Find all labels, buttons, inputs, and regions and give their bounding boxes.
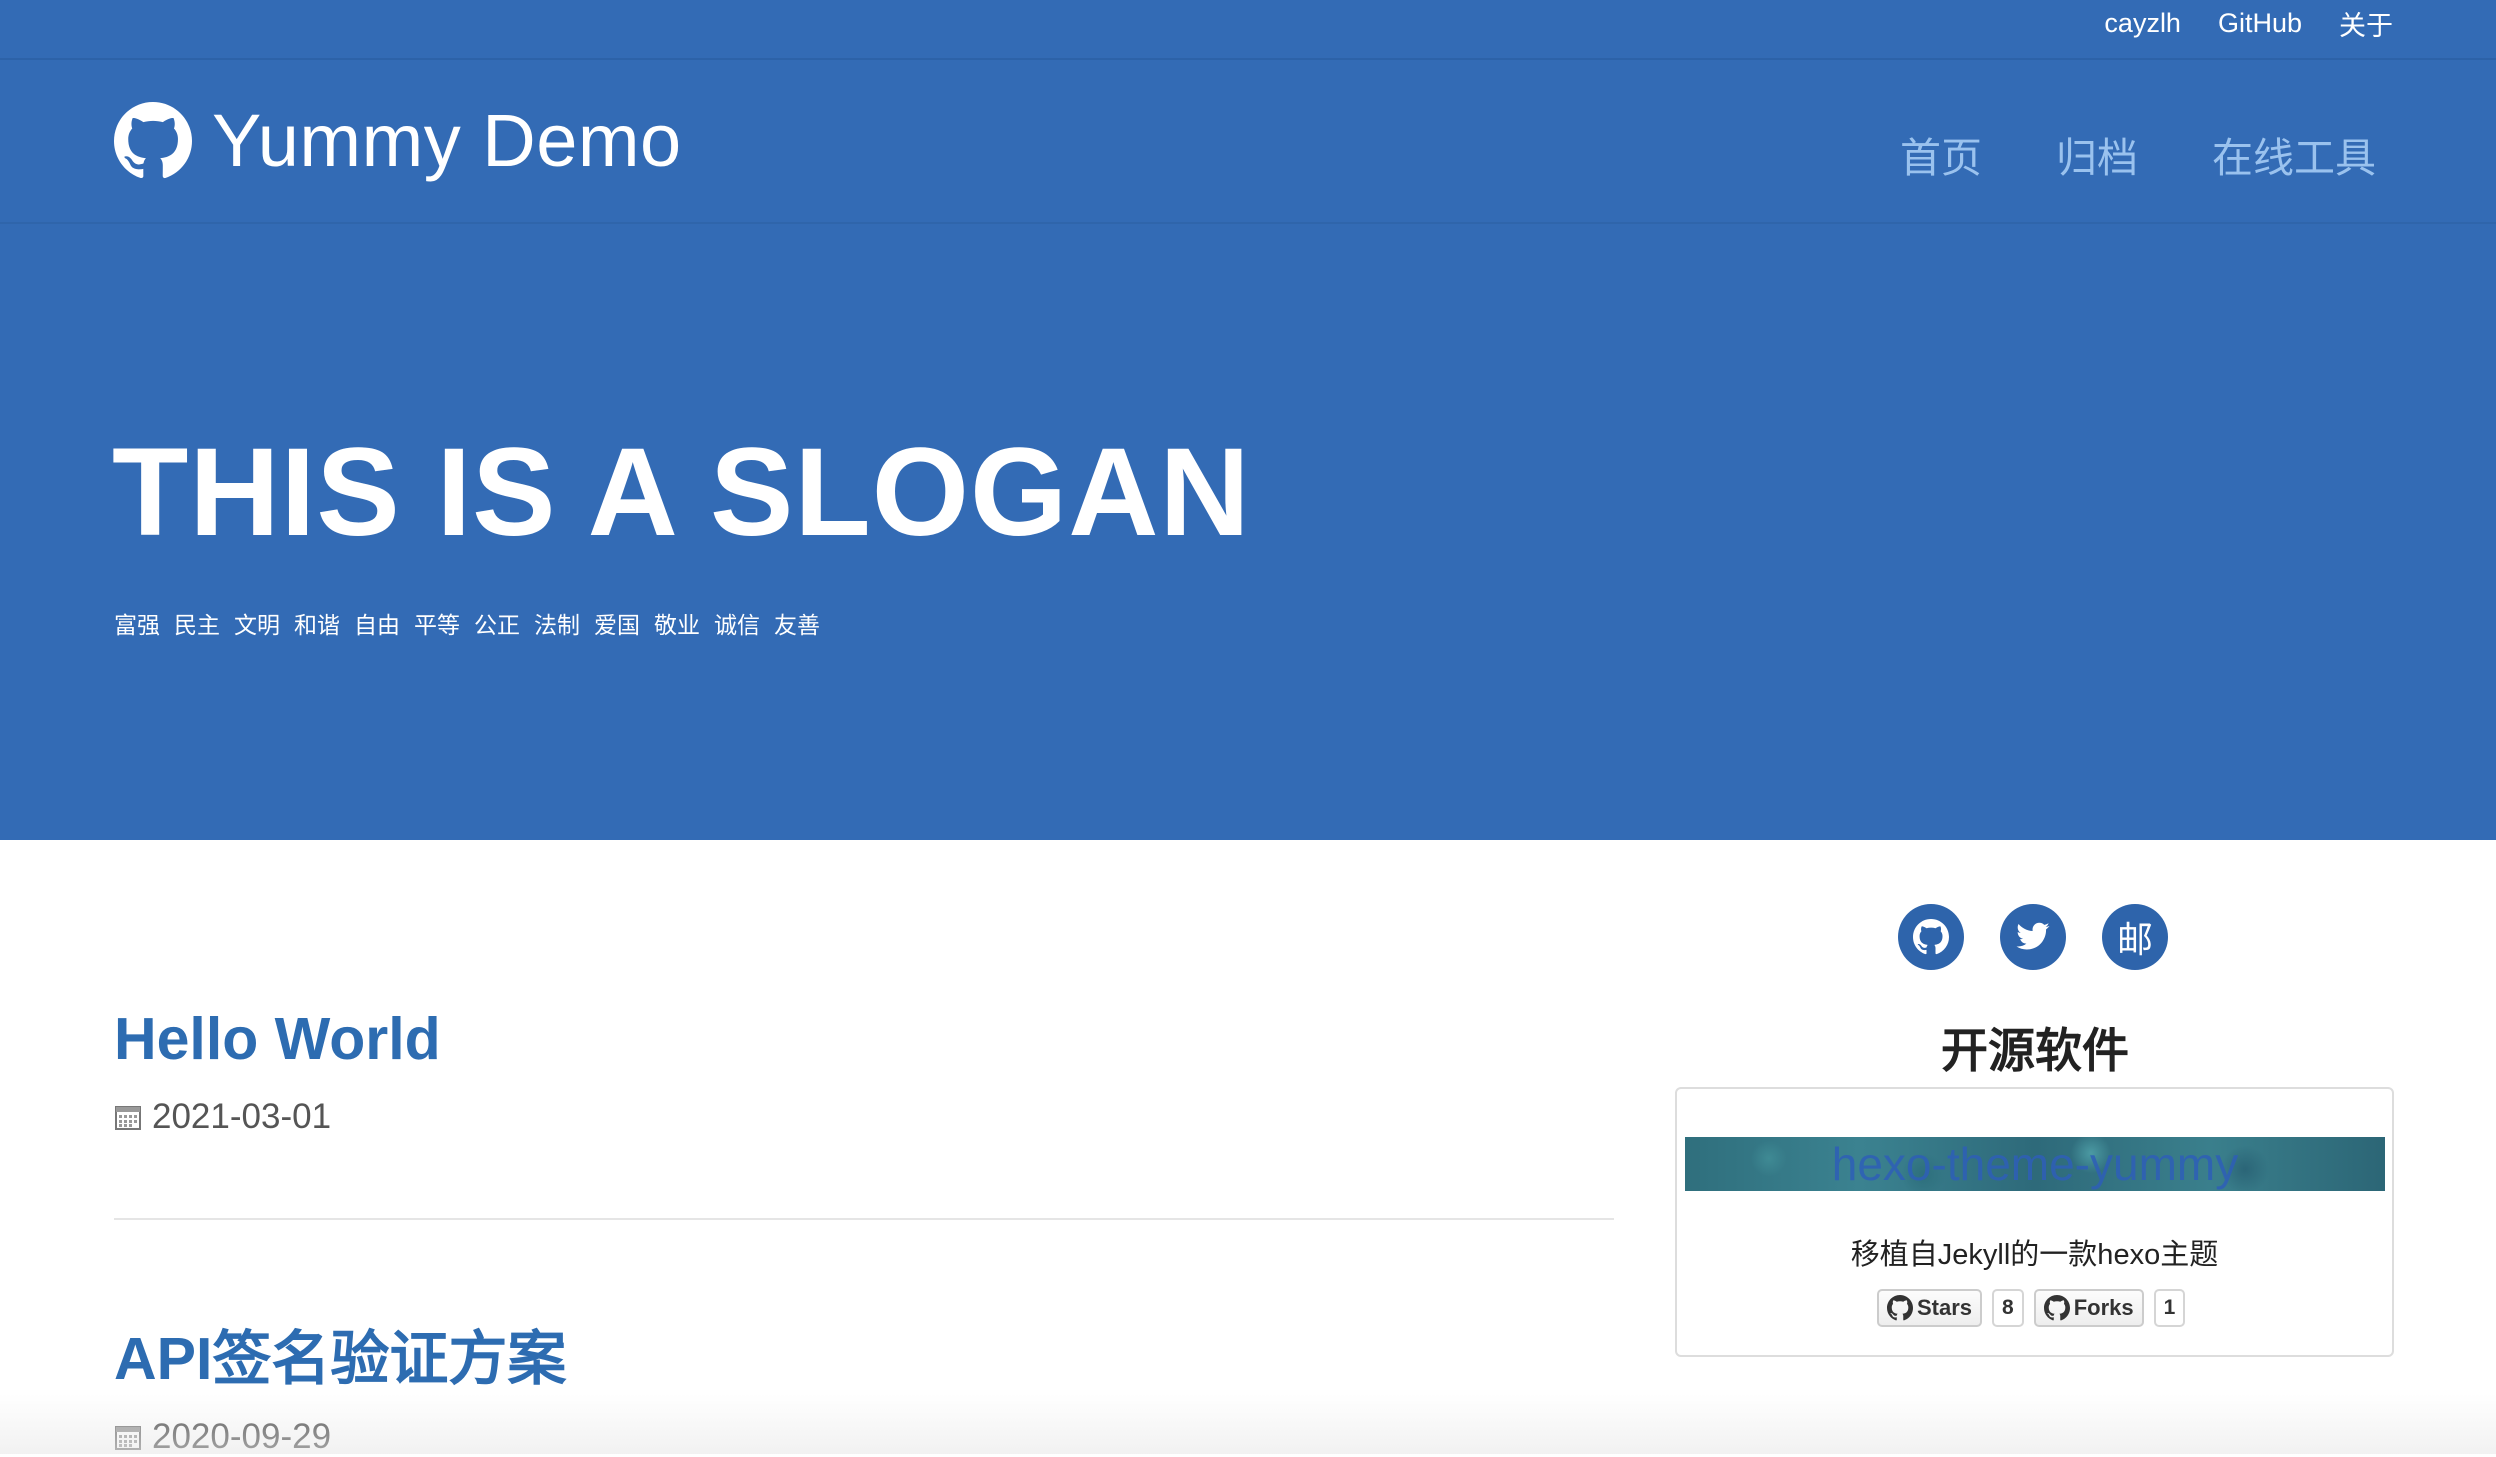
top-link-cayzlh[interactable]: cayzlh <box>2104 8 2181 39</box>
social-email-button[interactable]: 邮 <box>2102 904 2168 970</box>
value-item: 和谐 <box>294 612 340 638</box>
value-item: 爱国 <box>594 612 640 638</box>
oss-section-title: 开源软件 <box>1941 1024 2129 1077</box>
post-divider <box>114 1218 1614 1220</box>
nav-archive[interactable]: 归档 <box>2056 124 2138 184</box>
top-link-github[interactable]: GitHub <box>2218 8 2302 39</box>
nav-links: 首页 归档 在线工具 <box>1826 124 2376 184</box>
hero-slogan: THIS IS A SLOGAN <box>112 423 1251 562</box>
post-title-link[interactable]: Hello World <box>114 1010 441 1069</box>
hero-banner: THIS IS A SLOGAN 富强 民主 文明 和谐 自由 平等 公正 法制… <box>0 224 2496 840</box>
top-link-about[interactable]: 关于 <box>2339 4 2393 43</box>
stars-count[interactable]: 8 <box>1992 1289 2024 1327</box>
stars-button[interactable]: Stars <box>1877 1289 1983 1327</box>
repo-card: hexo-theme-yummy 移植自Jekyll的一款hexo主题 Star… <box>1675 1087 2394 1357</box>
github-buttons: Stars 8 Forks 1 <box>1877 1289 2195 1327</box>
repo-name: hexo-theme-yummy <box>1831 1138 2239 1190</box>
value-item: 民主 <box>174 612 220 638</box>
post-item: API签名验证方案 2020-09-29 <box>114 1330 566 1457</box>
twitter-icon <box>2016 922 2050 950</box>
calendar-icon <box>115 1106 141 1130</box>
nav-home[interactable]: 首页 <box>1900 124 1982 184</box>
forks-count[interactable]: 1 <box>2153 1289 2186 1327</box>
value-item: 法制 <box>534 612 580 638</box>
post-title-link[interactable]: API签名验证方案 <box>114 1330 566 1389</box>
nav-tools[interactable]: 在线工具 <box>2212 124 2376 184</box>
social-links: 邮 <box>1898 904 2204 970</box>
stars-label: Stars <box>1917 1295 1973 1320</box>
social-github-button[interactable] <box>1898 904 1964 970</box>
value-item: 自由 <box>354 612 400 638</box>
main-navbar: Yummy Demo 首页 归档 在线工具 <box>0 60 2496 224</box>
github-icon <box>1887 1295 1913 1321</box>
value-item: 平等 <box>414 612 460 638</box>
post-date: 2020-09-29 <box>114 1417 566 1457</box>
top-links: cayzlh GitHub 关于 <box>2067 0 2393 46</box>
post-date: 2021-03-01 <box>114 1097 441 1137</box>
post-item: Hello World 2021-03-01 <box>114 1010 441 1137</box>
core-values: 富强 民主 文明 和谐 自由 平等 公正 法制 爱国 敬业 诚信 友善 <box>114 606 834 640</box>
brand-name: Yummy Demo <box>212 99 682 182</box>
brand-link[interactable]: Yummy Demo <box>114 98 682 183</box>
value-item: 敬业 <box>654 612 700 638</box>
value-item: 诚信 <box>714 612 760 638</box>
post-date-text: 2020-09-29 <box>152 1417 332 1456</box>
post-date-text: 2021-03-01 <box>152 1097 332 1136</box>
forks-button[interactable]: Forks <box>2033 1289 2144 1327</box>
top-bar: cayzlh GitHub 关于 <box>0 0 2496 60</box>
github-icon <box>2043 1295 2070 1321</box>
repo-description: 移植自Jekyll的一款hexo主题 <box>1850 1239 2219 1271</box>
calendar-icon <box>115 1426 141 1450</box>
value-item: 友善 <box>774 612 820 638</box>
value-item: 公正 <box>474 612 520 638</box>
value-item: 富强 <box>114 612 160 638</box>
social-twitter-button[interactable] <box>2000 904 2066 970</box>
repo-banner-link[interactable]: hexo-theme-yummy <box>1685 1137 2385 1191</box>
value-item: 文明 <box>234 612 280 638</box>
github-icon <box>114 101 192 178</box>
forks-label: Forks <box>2073 1295 2134 1320</box>
github-icon <box>1913 919 1949 955</box>
